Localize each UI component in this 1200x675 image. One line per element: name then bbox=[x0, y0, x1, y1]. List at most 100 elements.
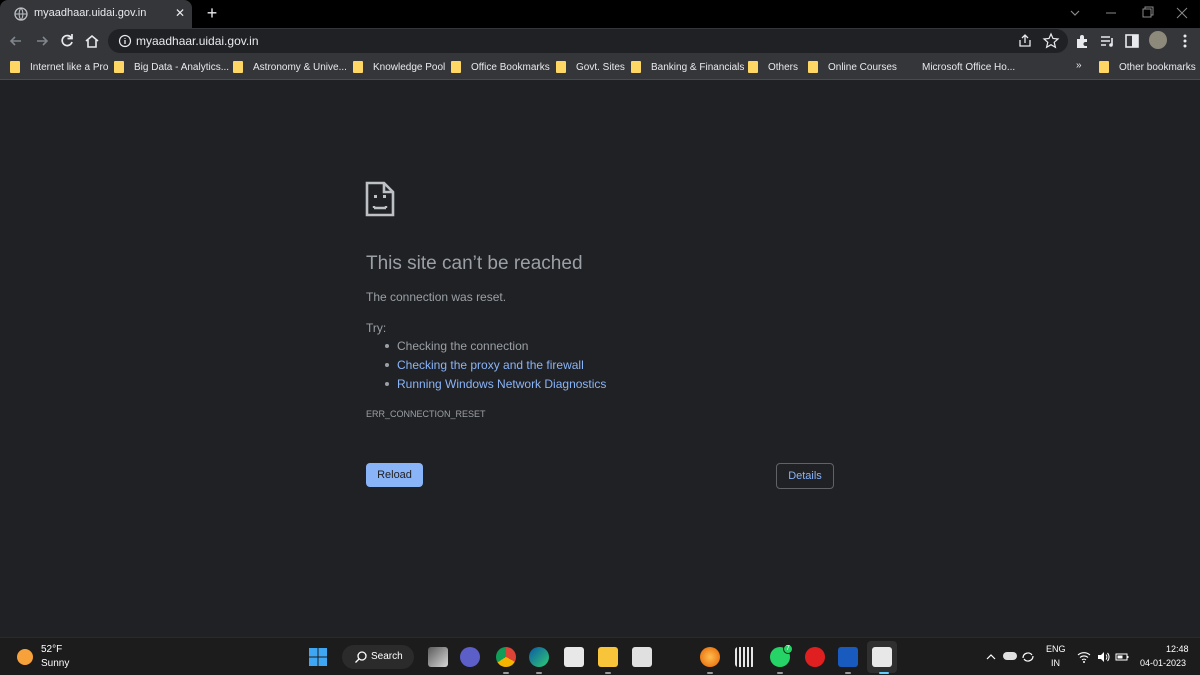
running-indicator bbox=[845, 672, 851, 674]
word-icon[interactable] bbox=[838, 647, 858, 667]
weather-desc[interactable]: Sunny bbox=[41, 658, 69, 669]
bookmark-label: Knowledge Pool bbox=[373, 61, 446, 73]
wifi-icon[interactable] bbox=[1077, 650, 1091, 664]
tab-myaadhaar[interactable]: myaadhaar.uidai.gov.in ✕ bbox=[0, 0, 192, 28]
site-info-icon[interactable] bbox=[118, 34, 132, 48]
bookmark-folder[interactable]: Knowledge Pool bbox=[353, 60, 445, 74]
bookmark-link[interactable]: Microsoft Office Ho... bbox=[922, 60, 1015, 74]
tab-search-icon[interactable] bbox=[1065, 4, 1085, 22]
clock-date[interactable]: 04-01-2023 bbox=[1140, 658, 1186, 668]
sun-icon[interactable] bbox=[17, 649, 33, 665]
sync-icon[interactable] bbox=[1021, 650, 1035, 664]
bookmark-label: Online Courses bbox=[828, 61, 897, 73]
task-view-icon[interactable] bbox=[428, 647, 448, 667]
chrome-icon[interactable] bbox=[496, 647, 516, 667]
bookmark-label: Others bbox=[768, 61, 799, 73]
bookmark-folder[interactable]: Online Courses bbox=[808, 60, 897, 74]
tab-title: myaadhaar.uidai.gov.in bbox=[34, 7, 147, 19]
bookmark-folder[interactable]: Internet like a Pro bbox=[10, 60, 108, 74]
minimize-icon[interactable] bbox=[1101, 4, 1121, 22]
volume-icon[interactable] bbox=[1096, 650, 1110, 664]
edge-icon[interactable] bbox=[529, 647, 549, 667]
onedrive-icon[interactable] bbox=[1003, 652, 1017, 660]
folder-icon bbox=[10, 61, 20, 73]
bookmark-folder[interactable]: Govt. Sites bbox=[556, 60, 625, 74]
network-diagnostics-link[interactable]: Running Windows Network Diagnostics bbox=[397, 377, 606, 391]
address-url[interactable]: myaadhaar.uidai.gov.in bbox=[136, 34, 259, 48]
share-icon[interactable] bbox=[1016, 32, 1034, 50]
reload-icon[interactable] bbox=[57, 31, 77, 51]
folder-icon bbox=[451, 61, 461, 73]
error-title: This site can’t be reached bbox=[366, 253, 583, 274]
bookmark-label: Astronomy & Unive... bbox=[253, 61, 347, 73]
weather-temp[interactable]: 52°F bbox=[41, 644, 62, 655]
running-indicator bbox=[777, 672, 783, 674]
search-icon bbox=[355, 651, 367, 663]
bookmark-label: Big Data - Analytics... bbox=[134, 61, 230, 73]
folder-icon bbox=[114, 61, 124, 73]
proxy-firewall-link[interactable]: Checking the proxy and the firewall bbox=[397, 358, 584, 372]
error-code: ERR_CONNECTION_RESET bbox=[366, 409, 486, 419]
details-button[interactable]: Details bbox=[776, 463, 834, 489]
close-window-icon[interactable] bbox=[1172, 4, 1192, 22]
reload-button[interactable]: Reload bbox=[366, 463, 423, 487]
sad-page-icon bbox=[365, 181, 395, 217]
menu-kebab-icon[interactable] bbox=[1176, 32, 1194, 50]
language-secondary[interactable]: IN bbox=[1051, 658, 1060, 668]
error-message: The connection was reset. bbox=[366, 290, 507, 304]
tab-strip: myaadhaar.uidai.gov.in ✕ + bbox=[0, 0, 1200, 28]
clock-time[interactable]: 12:48 bbox=[1166, 644, 1189, 654]
address-bar[interactable]: myaadhaar.uidai.gov.in bbox=[108, 29, 1068, 53]
bookmark-folder[interactable]: Banking & Financials bbox=[631, 60, 744, 74]
home-icon[interactable] bbox=[82, 31, 102, 51]
bookmark-folder[interactable]: Others bbox=[748, 60, 798, 74]
toolbar: myaadhaar.uidai.gov.in bbox=[0, 28, 1200, 54]
forward-icon[interactable] bbox=[32, 31, 52, 51]
snipping-tool-icon[interactable] bbox=[872, 647, 892, 667]
new-tab-button[interactable]: + bbox=[202, 3, 222, 23]
suggestion-item: Checking the proxy and the firewall bbox=[385, 358, 584, 372]
bookmark-label: Other bookmarks bbox=[1119, 61, 1196, 73]
folder-icon bbox=[1099, 61, 1109, 73]
remote-desktop-icon[interactable] bbox=[632, 647, 652, 667]
extensions-icon[interactable] bbox=[1073, 32, 1091, 50]
windows-start-icon[interactable] bbox=[308, 647, 328, 667]
side-panel-icon[interactable] bbox=[1123, 32, 1141, 50]
bookmark-folder[interactable]: Big Data - Analytics... bbox=[114, 60, 229, 74]
folder-icon bbox=[556, 61, 566, 73]
globe-icon bbox=[14, 7, 28, 21]
running-indicator bbox=[605, 672, 611, 674]
pdf-reader-icon[interactable] bbox=[805, 647, 825, 667]
bookmark-folder[interactable]: Astronomy & Unive... bbox=[233, 60, 347, 74]
try-label: Try: bbox=[366, 321, 387, 335]
bookmark-star-icon[interactable] bbox=[1042, 32, 1060, 50]
store-icon[interactable] bbox=[564, 647, 584, 667]
bookmarks-overflow-button[interactable]: » bbox=[1076, 60, 1082, 71]
battery-icon[interactable] bbox=[1115, 650, 1129, 664]
running-indicator bbox=[536, 672, 542, 674]
running-indicator bbox=[503, 672, 509, 674]
media-control-icon[interactable] bbox=[1098, 32, 1116, 50]
bookmark-label: Office Bookmarks bbox=[471, 61, 550, 73]
taskbar-search[interactable]: Search bbox=[342, 645, 414, 669]
restore-icon[interactable] bbox=[1137, 4, 1157, 22]
file-explorer-icon[interactable] bbox=[598, 647, 618, 667]
language-primary[interactable]: ENG bbox=[1046, 644, 1066, 654]
suggestion-item: Checking the connection bbox=[385, 339, 528, 353]
search-label: Search bbox=[371, 651, 403, 662]
active-indicator bbox=[879, 672, 889, 674]
back-icon[interactable] bbox=[6, 31, 26, 51]
bookmarks-bar: Internet like a Pro Big Data - Analytics… bbox=[0, 54, 1200, 80]
teams-chat-icon[interactable] bbox=[460, 647, 480, 667]
chevron-up-icon[interactable] bbox=[984, 650, 998, 664]
folder-icon bbox=[748, 61, 758, 73]
bullet bbox=[385, 362, 389, 367]
bookmark-folder[interactable]: Office Bookmarks bbox=[451, 60, 550, 74]
tab-close-icon[interactable]: ✕ bbox=[172, 5, 188, 21]
profile-avatar[interactable] bbox=[1149, 31, 1167, 49]
other-bookmarks-folder[interactable]: Other bookmarks bbox=[1099, 60, 1196, 74]
running-indicator bbox=[707, 672, 713, 674]
firefox-icon[interactable] bbox=[700, 647, 720, 667]
library-icon[interactable] bbox=[735, 647, 755, 667]
folder-icon bbox=[353, 61, 363, 73]
